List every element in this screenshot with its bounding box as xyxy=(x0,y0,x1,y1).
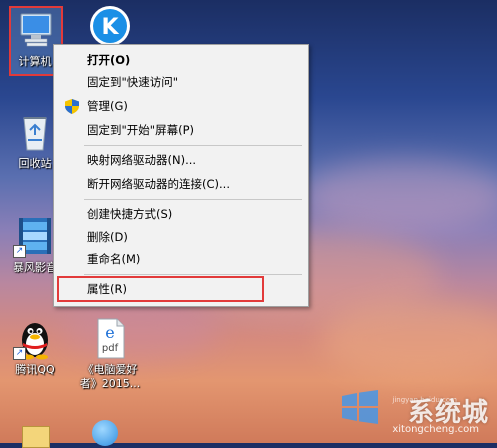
globe-icon[interactable] xyxy=(92,420,118,446)
menu-item-rename[interactable]: 重命名(M) xyxy=(54,248,308,270)
pdf-file-icon: e pdf xyxy=(88,316,132,360)
menu-item-label: 打开(O) xyxy=(87,53,131,67)
cloud xyxy=(300,160,497,230)
watermark-url: xitongcheng.com xyxy=(392,424,479,435)
menu-item-label: 固定到"开始"屏幕(P) xyxy=(87,123,194,137)
desktop-icon-kugou[interactable]: K xyxy=(78,4,142,48)
desktop-icon-pdf[interactable]: e pdf 《电脑爱好 者》2015... xyxy=(78,316,142,391)
pdf-text: pdf xyxy=(102,343,119,354)
menu-item-label: 映射网络驱动器(N)... xyxy=(87,153,197,167)
menu-item-label: 删除(D) xyxy=(87,230,128,244)
menu-item-label: 固定到"快速访问" xyxy=(87,75,179,89)
uac-shield-icon xyxy=(65,99,79,114)
recycle-bin-icon xyxy=(13,110,57,154)
pdf-letter: e xyxy=(105,323,114,342)
desktop-icon-qq[interactable]: ↗ 腾讯QQ xyxy=(3,316,67,377)
menu-item-manage[interactable]: 管理(G) xyxy=(54,95,308,117)
menu-separator xyxy=(84,145,302,146)
folder-icon[interactable] xyxy=(22,426,50,448)
windows-logo-watermark-icon xyxy=(340,390,380,428)
desktop-icon-label: 腾讯QQ xyxy=(15,363,55,376)
menu-item-pin-quick-access[interactable]: 固定到"快速访问" xyxy=(54,71,308,93)
qq-penguin-icon: ↗ xyxy=(13,316,57,360)
menu-item-label: 创建快捷方式(S) xyxy=(87,207,173,221)
menu-separator xyxy=(84,274,302,275)
computer-icon xyxy=(13,8,57,52)
shortcut-arrow-icon: ↗ xyxy=(13,245,26,258)
baofeng-icon: ↗ xyxy=(13,214,57,258)
cloud xyxy=(320,300,497,380)
menu-item-create-shortcut[interactable]: 创建快捷方式(S) xyxy=(54,203,308,225)
menu-item-map-network-drive[interactable]: 映射网络驱动器(N)... xyxy=(54,149,308,171)
shortcut-arrow-icon: ↗ xyxy=(13,347,26,360)
menu-item-label: 断开网络驱动器的连接(C)... xyxy=(87,177,230,191)
menu-item-delete[interactable]: 删除(D) xyxy=(54,226,308,248)
menu-item-open[interactable]: 打开(O) xyxy=(54,49,308,71)
context-menu: 打开(O) 固定到"快速访问" 管理(G) 固定到"开始"屏幕(P) 映射网络驱… xyxy=(53,44,309,307)
menu-item-pin-start[interactable]: 固定到"开始"屏幕(P) xyxy=(54,119,308,141)
properties-highlight-box xyxy=(57,276,264,302)
kugou-letter: K xyxy=(101,15,119,40)
desktop-icon-label: 《电脑爱好 者》2015... xyxy=(79,363,141,390)
menu-item-label: 重命名(M) xyxy=(87,252,141,266)
kugou-icon: K xyxy=(88,4,132,48)
menu-item-label: 管理(G) xyxy=(87,99,128,113)
menu-item-disconnect-network-drive[interactable]: 断开网络驱动器的连接(C)... xyxy=(54,173,308,195)
menu-separator xyxy=(84,199,302,200)
